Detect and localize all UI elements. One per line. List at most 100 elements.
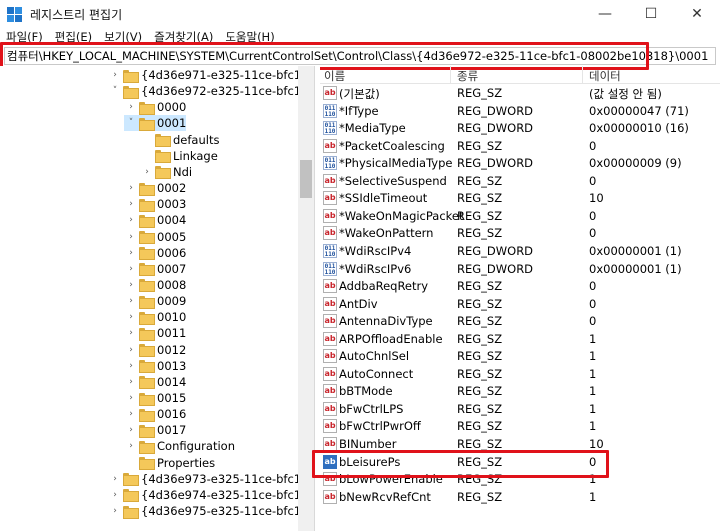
tree-item[interactable]: › 0007 bbox=[124, 261, 186, 277]
value-row[interactable]: ab bBTMode REG_SZ 1 bbox=[320, 383, 720, 401]
string-value-icon: ab bbox=[323, 419, 337, 434]
tree-item[interactable]: ˅ 0001 bbox=[124, 115, 187, 132]
expand-arrow-icon[interactable]: › bbox=[124, 212, 138, 228]
value-row[interactable]: ab AntDiv REG_SZ 0 bbox=[320, 296, 720, 314]
tree-item[interactable]: › Ndi bbox=[140, 164, 192, 180]
tree-item[interactable]: › 0012 bbox=[124, 342, 186, 358]
value-row[interactable]: ab AutoConnect REG_SZ 1 bbox=[320, 366, 720, 384]
expand-arrow-icon[interactable]: › bbox=[124, 422, 138, 438]
column-type-header[interactable]: 종류 bbox=[457, 68, 478, 84]
expand-arrow-icon[interactable]: › bbox=[124, 309, 138, 325]
value-row[interactable]: 011 110 *PhysicalMediaType REG_DWORD 0x00000… bbox=[320, 155, 720, 173]
tree-scrollbar-thumb[interactable] bbox=[300, 160, 312, 198]
collapse-arrow-icon[interactable]: ˅ bbox=[124, 115, 138, 131]
value-data: 0x00000001 (1) bbox=[589, 261, 682, 276]
column-separator[interactable] bbox=[582, 66, 583, 84]
expand-arrow-icon[interactable]: › bbox=[124, 438, 138, 454]
folder-icon bbox=[139, 457, 155, 471]
value-row[interactable]: ab AntennaDivType REG_SZ 0 bbox=[320, 313, 720, 331]
tree-item[interactable]: › {4d36e971-e325-11ce-bfc1-0800 bbox=[108, 67, 314, 83]
value-row[interactable]: ab *SelectiveSuspend REG_SZ 0 bbox=[320, 173, 720, 191]
collapse-arrow-icon[interactable]: ˅ bbox=[108, 83, 122, 99]
expand-arrow-icon[interactable]: › bbox=[124, 390, 138, 406]
expand-arrow-icon[interactable]: › bbox=[124, 277, 138, 293]
tree-item[interactable]: › 0006 bbox=[124, 245, 186, 261]
tree-item[interactable]: › 0017 bbox=[124, 422, 186, 438]
expand-arrow-icon[interactable]: › bbox=[124, 406, 138, 422]
minimize-button[interactable]: — bbox=[582, 0, 628, 28]
value-row[interactable]: ab (기본값) REG_SZ (값 설정 안 됨) bbox=[320, 85, 720, 103]
tree-item[interactable]: Linkage bbox=[140, 148, 218, 164]
tree-item-label: 0002 bbox=[157, 181, 187, 196]
expand-arrow-icon[interactable]: › bbox=[124, 261, 138, 277]
tree-item[interactable]: › 0004 bbox=[124, 212, 186, 228]
value-row[interactable]: 011 110 *WdiRscIPv6 REG_DWORD 0x00000001 (1) bbox=[320, 261, 720, 279]
value-name: bFwCtrlPwrOff bbox=[339, 419, 421, 434]
expand-arrow-icon[interactable]: › bbox=[124, 293, 138, 309]
expand-arrow-icon[interactable]: › bbox=[124, 196, 138, 212]
tree-item-label: 0005 bbox=[157, 229, 187, 244]
value-row[interactable]: ab *SSIdleTimeout REG_SZ 10 bbox=[320, 190, 720, 208]
value-row[interactable]: ab *WakeOnPattern REG_SZ 0 bbox=[320, 225, 720, 243]
expand-arrow-icon[interactable]: › bbox=[124, 99, 138, 115]
close-button[interactable]: ✕ bbox=[674, 0, 720, 28]
folder-icon bbox=[139, 101, 155, 115]
tree-item[interactable]: › 0003 bbox=[124, 196, 186, 212]
expand-arrow-icon[interactable]: › bbox=[124, 342, 138, 358]
value-row[interactable]: ab bFwCtrlPwrOff REG_SZ 1 bbox=[320, 418, 720, 436]
string-value-icon: ab bbox=[323, 138, 337, 153]
tree-item[interactable]: › 0002 bbox=[124, 180, 186, 196]
value-row[interactable]: ab AddbaReqRetry REG_SZ 0 bbox=[320, 278, 720, 296]
expand-arrow-icon[interactable]: › bbox=[124, 245, 138, 261]
value-data: 0 bbox=[589, 314, 597, 329]
value-type: REG_SZ bbox=[457, 437, 503, 451]
value-row[interactable]: ab AutoChnlSel REG_SZ 1 bbox=[320, 348, 720, 366]
expand-arrow-icon[interactable]: › bbox=[108, 471, 122, 487]
value-data: 1 bbox=[589, 401, 597, 416]
tree-item[interactable]: › {4d36e973-e325-11ce-bfc1-0800 bbox=[108, 471, 314, 487]
tree-item[interactable]: › 0014 bbox=[124, 374, 186, 390]
expand-arrow-icon[interactable]: › bbox=[108, 487, 122, 503]
tree-item[interactable]: › 0010 bbox=[124, 309, 186, 325]
tree-item[interactable]: › 0009 bbox=[124, 293, 186, 309]
tree-item[interactable]: › {4d36e974-e325-11ce-bfc1-0800 bbox=[108, 487, 314, 503]
expand-arrow-icon[interactable]: › bbox=[140, 164, 154, 180]
tree-item[interactable]: Properties bbox=[124, 455, 215, 471]
expand-arrow-icon[interactable]: › bbox=[124, 374, 138, 390]
value-row[interactable]: ab ARPOffloadEnable REG_SZ 1 bbox=[320, 331, 720, 349]
tree-item[interactable]: › 0015 bbox=[124, 390, 186, 406]
value-row[interactable]: ab bFwCtrlLPS REG_SZ 1 bbox=[320, 401, 720, 419]
maximize-button[interactable]: ☐ bbox=[628, 0, 674, 28]
tree-item[interactable]: › 0000 bbox=[124, 99, 186, 115]
expand-arrow-icon[interactable]: › bbox=[108, 67, 122, 83]
tree-item[interactable]: defaults bbox=[140, 132, 219, 148]
tree-item[interactable]: › 0011 bbox=[124, 325, 186, 341]
tree-item[interactable]: › 0013 bbox=[124, 358, 186, 374]
column-name-header[interactable]: 이름 bbox=[324, 68, 345, 84]
tree-item[interactable]: › 0005 bbox=[124, 229, 186, 245]
tree-item[interactable]: › Configuration bbox=[124, 438, 235, 454]
tree-item[interactable]: › 0008 bbox=[124, 277, 186, 293]
tree-item-label: 0004 bbox=[157, 213, 187, 228]
value-row[interactable]: ab *WakeOnMagicPacket REG_SZ 0 bbox=[320, 208, 720, 226]
key-tree[interactable]: › {4d36e971-e325-11ce-bfc1-0800 ˅ {4d36e972… bbox=[0, 66, 314, 531]
expand-arrow-icon[interactable]: › bbox=[124, 358, 138, 374]
tree-item[interactable]: › 0016 bbox=[124, 406, 186, 422]
expand-arrow-icon[interactable]: › bbox=[124, 229, 138, 245]
binary-value-icon: 011 110 bbox=[323, 121, 337, 136]
expand-arrow-icon[interactable]: › bbox=[124, 325, 138, 341]
expand-arrow-icon[interactable]: › bbox=[124, 180, 138, 196]
tree-item[interactable]: ˅ {4d36e972-e325-11ce-bfc1-0800 bbox=[108, 83, 314, 99]
value-row[interactable]: 011 110 *MediaType REG_DWORD 0x00000010 (16) bbox=[320, 120, 720, 138]
value-row[interactable]: ab *PacketCoalescing REG_SZ 0 bbox=[320, 138, 720, 156]
value-name: *SSIdleTimeout bbox=[339, 191, 428, 206]
value-row[interactable]: 011 110 *WdiRscIPv4 REG_DWORD 0x00000001 (1) bbox=[320, 243, 720, 261]
value-row[interactable]: ab bNewRcvRefCnt REG_SZ 1 bbox=[320, 489, 720, 507]
value-type: REG_SZ bbox=[457, 138, 503, 153]
expand-arrow-icon[interactable]: › bbox=[108, 503, 122, 519]
value-row[interactable]: 011 110 *IfType REG_DWORD 0x00000047 (71) bbox=[320, 103, 720, 121]
tree-item[interactable]: › {4d36e975-e325-11ce-bfc1-0800 bbox=[108, 503, 314, 519]
value-name: *MediaType bbox=[339, 121, 406, 136]
column-separator[interactable] bbox=[450, 66, 451, 84]
column-data-header[interactable]: 데이터 bbox=[589, 68, 621, 84]
